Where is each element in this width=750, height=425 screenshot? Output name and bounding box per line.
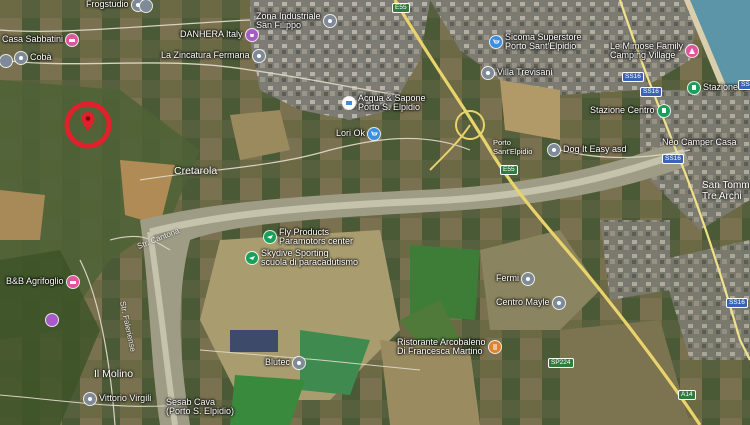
poi-coba[interactable]: Cobà bbox=[15, 52, 52, 64]
store-logo-icon bbox=[343, 97, 355, 110]
leisure-icon bbox=[246, 252, 258, 265]
camping-icon bbox=[686, 45, 699, 58]
cart-icon bbox=[368, 128, 381, 140]
poi-lori-ok[interactable]: Lori Ok bbox=[336, 128, 381, 140]
poi-zincatura[interactable]: La Zincatura Fermana bbox=[161, 50, 265, 62]
place-icon bbox=[252, 50, 265, 62]
map-pin-icon bbox=[64, 101, 112, 149]
road-shield: SS16 bbox=[640, 87, 662, 97]
poi-acqua-sapone[interactable]: Acqua & Sapone Porto S. Elpidio bbox=[343, 93, 426, 113]
poi-label: Neo Camper Casa bbox=[662, 137, 737, 147]
poi-villa-trevisani[interactable]: Villa Trevisani bbox=[482, 67, 552, 79]
place-icon[interactable] bbox=[140, 0, 152, 12]
poi-label: Centro Mayle bbox=[496, 297, 550, 308]
poi-stazione-centro[interactable]: Stazione Centro bbox=[590, 105, 670, 117]
poi-label: Sesab Cava (Porto S. Elpidio) bbox=[166, 397, 235, 417]
poi-label: La Zincatura Fermana bbox=[161, 50, 250, 61]
place-icon bbox=[552, 297, 565, 309]
poi-ristorante[interactable]: Ristorante Arcobaleno Di Francesca Marti… bbox=[397, 337, 501, 357]
poi-sicoma[interactable]: Sicoma Superstore Porto Sant'Elpidio bbox=[490, 32, 582, 52]
poi-skydive[interactable]: Skydive Sporting scuola di paracadutismo bbox=[246, 248, 359, 268]
poi-label: Villa Trevisani bbox=[497, 67, 553, 78]
place-icon bbox=[84, 393, 96, 405]
lodging-icon bbox=[66, 276, 79, 288]
poi-fly-products[interactable]: Fly Products Paramotors center bbox=[264, 227, 354, 247]
place-icon bbox=[323, 15, 336, 28]
poi-label: Vittorio Virgili bbox=[99, 393, 152, 404]
poi-label: Cobà bbox=[30, 52, 52, 63]
place-icon bbox=[522, 273, 534, 285]
road-shield: SS16 bbox=[662, 154, 684, 164]
selected-location-marker[interactable] bbox=[63, 100, 113, 150]
place-icon bbox=[15, 52, 27, 64]
restaurant-icon bbox=[488, 341, 501, 354]
poi-label: Frogstudio bbox=[86, 0, 129, 10]
poi-dog-it-easy[interactable]: Dog It Easy asd bbox=[548, 144, 627, 156]
cart-icon bbox=[490, 36, 502, 49]
poi-label: Sicoma Superstore Porto Sant'Elpidio bbox=[505, 32, 582, 52]
poi-label: Le Mimose Family Camping Village bbox=[610, 41, 684, 61]
poi-label: Ristorante Arcobaleno Di Francesca Marti… bbox=[397, 337, 486, 357]
place-label: Cretarola bbox=[174, 165, 218, 177]
poi-label: Zona Industriale San Filippo bbox=[256, 11, 321, 31]
poi-label: DANHERA Italy bbox=[180, 29, 243, 40]
poi-label: Blutec bbox=[265, 357, 291, 368]
road-shield: E55 bbox=[392, 3, 410, 13]
road-shield: SS16 bbox=[726, 298, 748, 308]
place-icon bbox=[548, 144, 560, 156]
lodging-icon bbox=[66, 34, 79, 46]
map-imagery bbox=[0, 0, 750, 425]
road-shield: E55 bbox=[500, 165, 518, 175]
poi-label: Casa Sabbatini bbox=[2, 34, 64, 45]
poi-label: Stazione Centro bbox=[590, 105, 655, 116]
poi-le-mimose[interactable]: Le Mimose Family Camping Village bbox=[610, 41, 699, 61]
poi-danhera[interactable]: DANHERA Italy bbox=[180, 29, 258, 41]
poi-label: Acqua & Sapone Porto S. Elpidio bbox=[358, 93, 426, 113]
poi-neo-camper[interactable]: Neo Camper Casa bbox=[662, 137, 737, 147]
road-shield: SS16 bbox=[622, 72, 644, 82]
place-icon bbox=[293, 357, 306, 369]
poi-sesab-cava[interactable]: Sesab Cava (Porto S. Elpidio) bbox=[166, 397, 235, 417]
place-icon[interactable] bbox=[0, 55, 12, 67]
poi-vittorio-virgili[interactable]: Vittorio Virgili bbox=[84, 393, 151, 405]
place-label: Il Molino bbox=[94, 368, 134, 380]
road-shield: A14 bbox=[678, 390, 696, 400]
road-shield: SP224 bbox=[548, 358, 574, 368]
poi-label: Lori Ok bbox=[336, 128, 366, 139]
road-shield: SS16 bbox=[738, 80, 750, 90]
poi-label: Skydive Sporting scuola di paracadutismo bbox=[261, 248, 359, 268]
poi-label: Fermi bbox=[496, 273, 519, 284]
station-icon bbox=[688, 82, 700, 94]
poi-label: Fly Products Paramotors center bbox=[279, 227, 354, 247]
place-label: San Tommaso Tre Archi bbox=[702, 180, 750, 202]
poi-zona-industriale[interactable]: Zona Industriale San Filippo bbox=[256, 11, 336, 31]
poi-label: B&B Agrifoglio bbox=[6, 276, 64, 287]
satellite-map[interactable]: Frogstudio Casa Sabbatini DANHERA Italy … bbox=[0, 0, 750, 425]
leisure-icon bbox=[264, 231, 276, 244]
place-icon bbox=[482, 67, 494, 79]
station-icon bbox=[657, 105, 670, 117]
shopping-icon[interactable] bbox=[46, 314, 58, 326]
place-label: Porto Sant'Elpidio bbox=[493, 138, 533, 156]
poi-fermi[interactable]: Fermi bbox=[496, 273, 534, 285]
poi-frogstudio[interactable]: Frogstudio bbox=[86, 0, 144, 11]
poi-label: Dog It Easy asd bbox=[563, 144, 627, 155]
poi-casa-sabbatini[interactable]: Casa Sabbatini bbox=[2, 34, 79, 46]
poi-blutec[interactable]: Blutec bbox=[265, 357, 306, 369]
poi-agrifoglio[interactable]: B&B Agrifoglio bbox=[6, 276, 79, 288]
poi-centro-mayle[interactable]: Centro Mayle bbox=[496, 297, 565, 309]
